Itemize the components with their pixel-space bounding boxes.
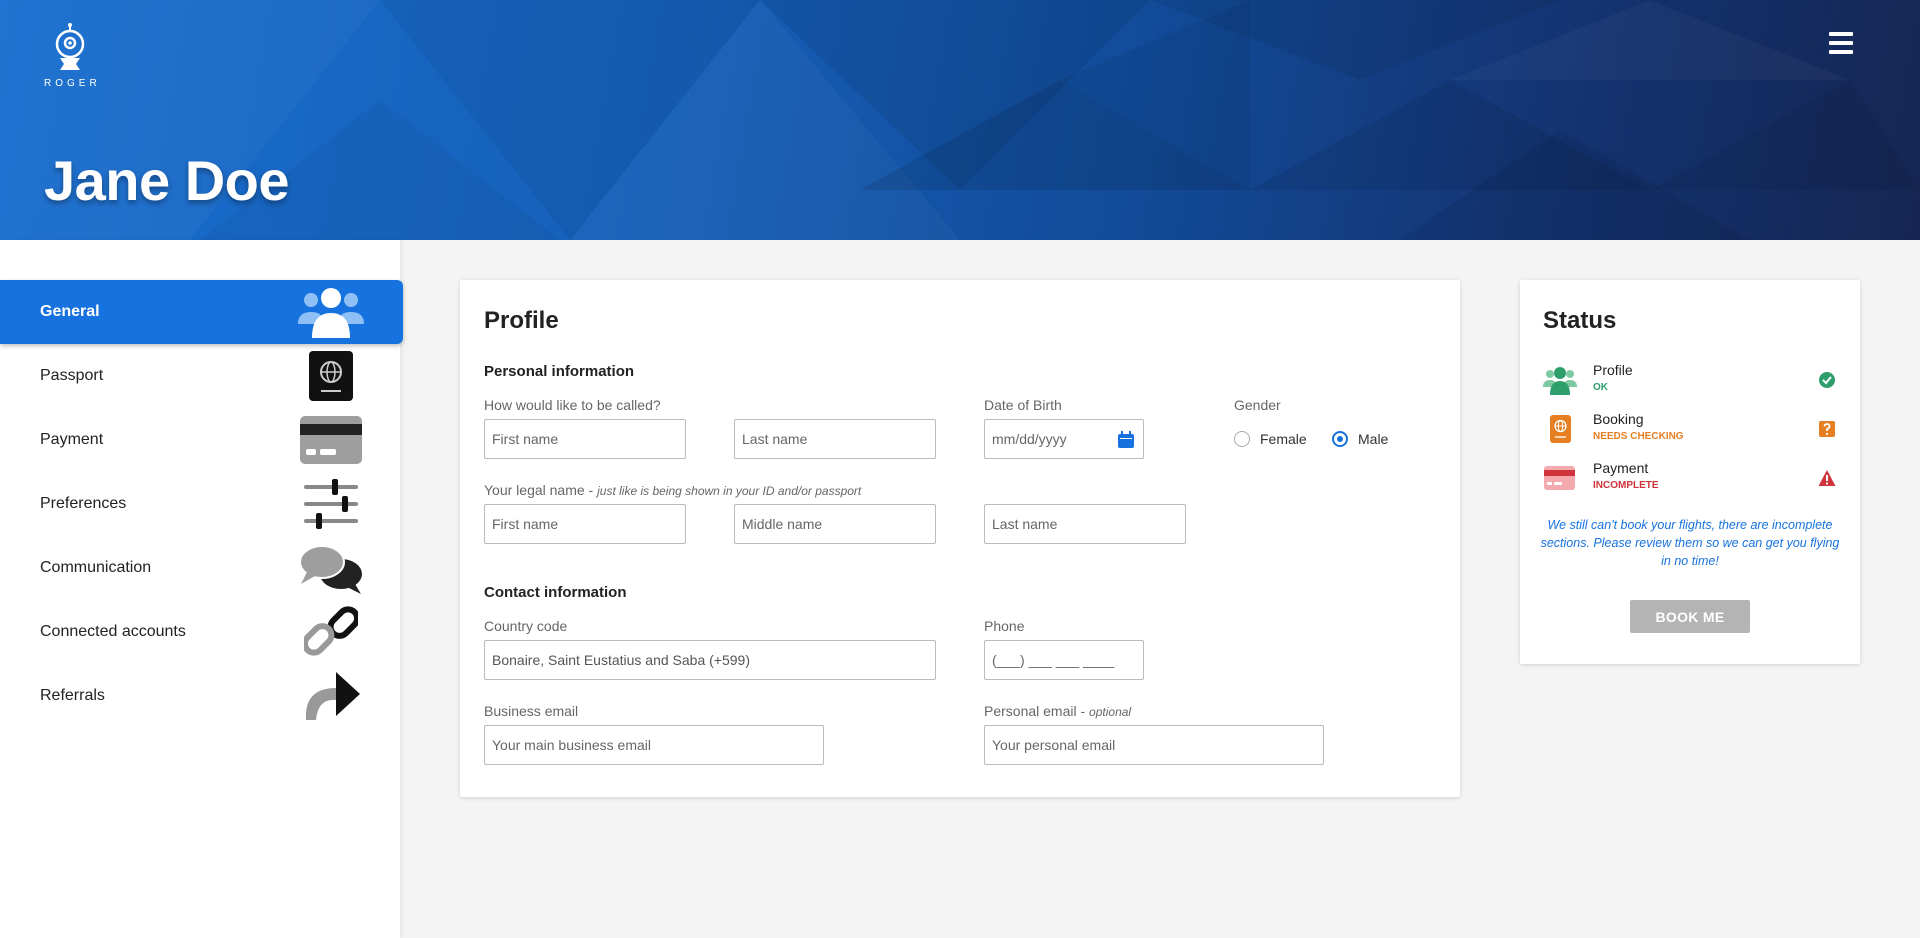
sidebar-item-label: Referrals (40, 687, 105, 704)
phone-input[interactable]: (___) ___ ___ ____ (984, 640, 1144, 680)
status-card: Status Profile OK Booking NEEDS CHECKING (1520, 280, 1860, 664)
page-title: Jane Doe (44, 149, 290, 212)
sidebar-item-general[interactable]: General (0, 280, 403, 344)
date-of-birth-input[interactable]: mm/dd/yyyy (984, 419, 1144, 459)
page-header: ROGER Jane Doe (0, 0, 1920, 240)
logo-wordmark: ROGER (44, 78, 101, 89)
sidebar-item-communication[interactable]: Communication (0, 536, 403, 600)
called-last-name-input[interactable]: Last name (734, 419, 936, 459)
sidebar-item-label: General (40, 303, 100, 320)
sidebar-item-passport[interactable]: Passport (0, 344, 403, 408)
date-of-birth-label: Date of Birth (984, 397, 1062, 413)
status-row-profile[interactable]: Profile OK (1543, 360, 1843, 400)
passport-icon (296, 348, 366, 404)
legal-last-name-input[interactable]: Last name (984, 504, 1186, 544)
legal-name-label-text: Your legal name - (484, 482, 598, 498)
calendar-icon[interactable] (1117, 431, 1135, 449)
passport-icon (1550, 415, 1571, 443)
link-icon (296, 604, 366, 660)
date-of-birth-placeholder: mm/dd/yyyy (992, 431, 1067, 447)
radio-circle (1234, 431, 1250, 447)
sidebar-item-label: Connected accounts (40, 623, 186, 640)
profile-title: Profile (484, 307, 559, 334)
status-booking-name: Booking (1593, 411, 1644, 427)
users-icon (296, 284, 366, 340)
status-booking-state: NEEDS CHECKING (1593, 431, 1684, 442)
personal-email-hint: optional (1089, 705, 1132, 719)
check-circle-icon (1819, 372, 1835, 388)
profile-card: Profile Personal information How would l… (460, 280, 1460, 797)
called-name-label: How would like to be called? (484, 397, 661, 413)
sidebar-item-label: Passport (40, 367, 104, 384)
gender-female-label: Female (1260, 431, 1307, 447)
personal-email-label-text: Personal email - (984, 703, 1090, 719)
status-row-booking[interactable]: Booking NEEDS CHECKING (1543, 409, 1843, 449)
chat-bubbles-icon (296, 540, 366, 596)
status-profile-name: Profile (1593, 362, 1633, 378)
called-first-name-input[interactable]: First name (484, 419, 686, 459)
phone-label: Phone (984, 618, 1025, 634)
contact-information-heading: Contact information (484, 584, 627, 601)
status-row-payment[interactable]: Payment INCOMPLETE (1543, 458, 1843, 498)
credit-card-icon (296, 412, 366, 468)
warning-triangle-icon (1818, 470, 1836, 486)
sidebar-item-label: Payment (40, 431, 104, 448)
users-icon (1543, 367, 1577, 395)
sidebar-item-label: Communication (40, 559, 152, 576)
hamburger-menu-icon[interactable] (1829, 32, 1853, 54)
legal-first-name-input[interactable]: First name (484, 504, 686, 544)
legal-name-hint: just like is being shown in your ID and/… (597, 484, 862, 498)
country-code-label: Country code (484, 618, 568, 634)
book-me-button[interactable]: BOOK ME (1630, 600, 1750, 633)
status-warning-note: We still can't book your flights, there … (1540, 518, 1840, 568)
gender-label: Gender (1234, 397, 1281, 413)
legal-middle-name-input[interactable]: Middle name (734, 504, 936, 544)
sidebar: General Passport Payment Preferences Com… (0, 240, 403, 938)
sliders-icon (296, 476, 366, 532)
credit-card-icon (1544, 466, 1575, 490)
status-payment-state: INCOMPLETE (1593, 480, 1659, 491)
legal-name-label: Your legal name - just like is being sho… (484, 482, 861, 498)
robot-icon (55, 23, 85, 70)
sidebar-item-payment[interactable]: Payment (0, 408, 403, 472)
business-email-label: Business email (484, 703, 579, 719)
sidebar-item-label: Preferences (40, 495, 127, 512)
share-arrow-icon (296, 668, 366, 724)
status-payment-name: Payment (1593, 460, 1649, 476)
sidebar-item-connected-accounts[interactable]: Connected accounts (0, 600, 403, 664)
personal-email-label: Personal email - optional (984, 703, 1131, 719)
status-title: Status (1543, 307, 1617, 334)
country-code-select[interactable]: Bonaire, Saint Eustatius and Saba (+599) (484, 640, 936, 680)
gender-female-radio[interactable]: Female (1234, 431, 1307, 447)
sidebar-item-referrals[interactable]: Referrals (0, 664, 403, 728)
question-square-icon (1819, 421, 1835, 437)
personal-information-heading: Personal information (484, 363, 635, 380)
status-profile-state: OK (1593, 382, 1608, 393)
gender-male-radio[interactable]: Male (1332, 431, 1388, 447)
radio-circle (1332, 431, 1348, 447)
roger-logo[interactable]: ROGER (40, 22, 100, 89)
gender-male-label: Male (1358, 431, 1389, 447)
business-email-input[interactable]: Your main business email (484, 725, 824, 765)
personal-email-input[interactable]: Your personal email (984, 725, 1324, 765)
sidebar-item-preferences[interactable]: Preferences (0, 472, 403, 536)
